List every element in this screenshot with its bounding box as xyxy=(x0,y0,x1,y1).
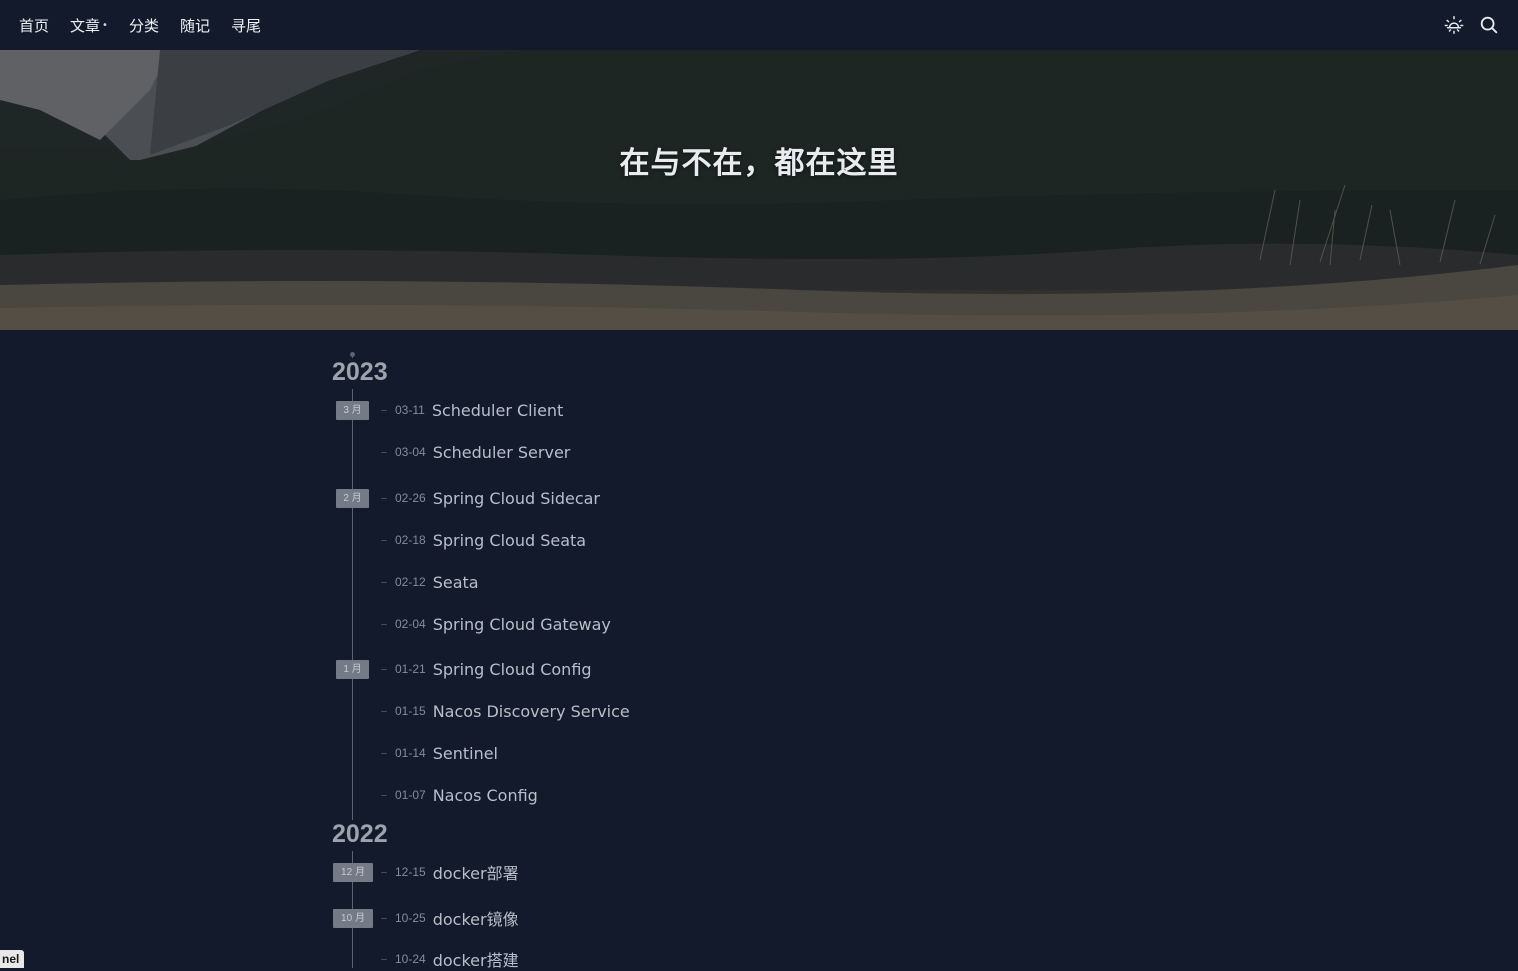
post-item[interactable]: 02-26 Spring Cloud Sidecar xyxy=(381,487,600,509)
top-nav: 首页 文章 • 分类 随记 寻尾 xyxy=(0,0,1518,50)
post-tick xyxy=(381,752,387,754)
archive-timeline: 2023 3 月 03-11 Scheduler Client 03-04 Sc… xyxy=(0,330,1518,970)
post-item[interactable]: 12-15 docker部署 xyxy=(381,861,519,883)
post-date: 02-26 xyxy=(395,491,426,505)
post-item[interactable]: 02-18 Spring Cloud Seata xyxy=(381,529,586,551)
post-title-link[interactable]: docker部署 xyxy=(433,860,519,884)
post-title-link[interactable]: Spring Cloud Seata xyxy=(433,531,586,550)
post-date: 10-25 xyxy=(395,911,426,925)
nav-item-label: 随记 xyxy=(179,16,210,35)
corner-tag[interactable]: nel xyxy=(0,950,25,968)
post-title-link[interactable]: Spring Cloud Sidecar xyxy=(433,489,600,508)
year-heading: 2023 xyxy=(332,358,388,389)
sun-icon[interactable] xyxy=(1443,14,1465,36)
search-icon[interactable] xyxy=(1478,14,1500,36)
post-item[interactable]: 10-24 docker搭建 xyxy=(381,948,519,970)
post-tick xyxy=(381,539,387,541)
nav-item-notes[interactable]: 随记 xyxy=(180,15,210,36)
timeline-start-dot xyxy=(350,352,355,357)
nav-item-label: 首页 xyxy=(19,16,50,35)
post-date: 12-15 xyxy=(395,865,426,879)
post-title-link[interactable]: Nacos Discovery Service xyxy=(433,702,630,721)
post-title-link[interactable]: docker镜像 xyxy=(433,906,519,930)
post-item[interactable]: 02-12 Seata xyxy=(381,571,479,593)
month-badge: 3 月 xyxy=(336,401,369,420)
post-tick xyxy=(381,497,387,499)
post-date: 02-12 xyxy=(395,575,426,589)
nav-item-articles[interactable]: 文章 • xyxy=(70,15,108,36)
nav-item-label: 寻尾 xyxy=(230,16,261,35)
nav-item-categories[interactable]: 分类 xyxy=(129,15,159,36)
post-tick xyxy=(381,623,387,625)
nav-item-home[interactable]: 首页 xyxy=(19,15,49,36)
month-badge: 1 月 xyxy=(336,660,369,679)
month-badge: 12 月 xyxy=(333,863,373,882)
post-title-link[interactable]: Scheduler Client xyxy=(432,401,564,420)
post-title-link[interactable]: Spring Cloud Gateway xyxy=(433,615,611,634)
post-tick xyxy=(381,581,387,583)
post-date: 01-21 xyxy=(395,662,426,676)
year-heading: 2022 xyxy=(332,820,388,851)
post-tick xyxy=(381,871,387,873)
post-title-link[interactable]: Scheduler Server xyxy=(433,443,571,462)
post-date: 02-04 xyxy=(395,617,426,631)
post-tick xyxy=(381,668,387,670)
post-item[interactable]: 03-04 Scheduler Server xyxy=(381,441,570,463)
post-item[interactable]: 02-04 Spring Cloud Gateway xyxy=(381,613,611,635)
post-item[interactable]: 01-14 Sentinel xyxy=(381,742,498,764)
post-tick xyxy=(381,917,387,919)
month-badge: 10 月 xyxy=(333,909,373,928)
post-date: 10-24 xyxy=(395,952,426,966)
post-date: 01-07 xyxy=(395,788,426,802)
post-item[interactable]: 01-15 Nacos Discovery Service xyxy=(381,700,630,722)
post-item[interactable]: 01-07 Nacos Config xyxy=(381,784,538,806)
banner-title: 在与不在，都在这里 xyxy=(619,146,899,181)
post-tick xyxy=(381,451,387,453)
nav-item-label: 分类 xyxy=(128,16,159,35)
nav-actions xyxy=(1430,14,1500,36)
post-tick xyxy=(381,409,387,411)
post-title-link[interactable]: Nacos Config xyxy=(433,786,538,805)
month-badge: 2 月 xyxy=(336,489,369,508)
hero-banner: 在与不在，都在这里 xyxy=(0,50,1518,330)
nav-menu: 首页 文章 • 分类 随记 寻尾 xyxy=(19,15,282,36)
post-tick xyxy=(381,958,387,960)
post-title-link[interactable]: Seata xyxy=(433,573,479,592)
post-date: 01-15 xyxy=(395,704,426,718)
post-title-link[interactable]: Spring Cloud Config xyxy=(433,660,592,679)
post-item[interactable]: 10-25 docker镜像 xyxy=(381,907,519,929)
post-date: 03-04 xyxy=(395,445,426,459)
nav-item-label: 文章 xyxy=(70,16,101,35)
post-title-link[interactable]: Sentinel xyxy=(433,744,498,763)
post-date: 03-11 xyxy=(395,403,425,417)
post-tick xyxy=(381,710,387,712)
nav-item-misc[interactable]: 寻尾 xyxy=(231,15,261,36)
post-item[interactable]: 01-21 Spring Cloud Config xyxy=(381,658,592,680)
post-title-link[interactable]: docker搭建 xyxy=(433,947,519,971)
post-date: 01-14 xyxy=(395,746,426,760)
post-item[interactable]: 03-11 Scheduler Client xyxy=(381,399,563,421)
post-date: 02-18 xyxy=(395,533,426,547)
banner-overlay xyxy=(0,50,1518,330)
post-tick xyxy=(381,794,387,796)
dropdown-dot-icon: • xyxy=(102,19,108,31)
